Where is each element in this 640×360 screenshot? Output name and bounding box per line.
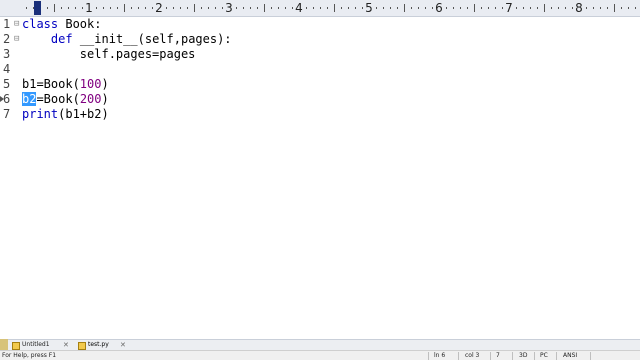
ruler-number: 6 <box>435 1 443 15</box>
document-icon <box>78 342 86 350</box>
code-text: (b1+b2) <box>58 107 109 121</box>
code-line[interactable]: class Book: <box>22 17 101 32</box>
tab-bar-marker <box>0 339 8 350</box>
close-icon[interactable]: ✕ <box>120 340 126 350</box>
column-ruler[interactable]: 1 2 3 4 5 6 7 8 <box>0 0 640 17</box>
status-divider <box>458 352 459 360</box>
ruler-number: 4 <box>295 1 303 15</box>
editor-window: 1 2 3 4 5 6 7 8 1 ⊟ 2 ⊟ 3 4 5 6 7 class … <box>0 0 640 360</box>
keyword: def <box>50 32 73 46</box>
fold-collapse-icon[interactable]: ⊟ <box>14 32 19 47</box>
status-divider <box>534 352 535 360</box>
fold-collapse-icon[interactable]: ⊟ <box>14 17 19 32</box>
status-line-ending: PC <box>540 352 548 359</box>
keyword: class <box>22 17 59 31</box>
ruler-caret-marker <box>34 1 41 15</box>
code-line[interactable]: self.pages=pages <box>22 47 196 62</box>
line-number: 2 <box>3 32 11 46</box>
line-number: 3 <box>3 47 11 61</box>
ruler-ticks <box>26 4 636 12</box>
status-column: col 3 <box>465 352 480 359</box>
code-line[interactable]: print(b1+b2) <box>22 107 109 122</box>
line-number: 4 <box>3 62 11 76</box>
code-text: ) <box>101 92 109 106</box>
keyword: print <box>22 107 59 121</box>
status-divider <box>590 352 591 360</box>
status-divider <box>556 352 557 360</box>
selected-text[interactable]: b2 <box>22 92 37 106</box>
code-editor[interactable]: 1 ⊟ 2 ⊟ 3 4 5 6 7 class Book: def __init… <box>0 17 640 333</box>
ruler-number: 8 <box>575 1 583 15</box>
line-number: 6 <box>3 92 11 106</box>
ruler-number: 1 <box>85 1 93 15</box>
code-text: =Book( <box>36 92 80 106</box>
status-divider <box>428 352 429 360</box>
line-number-gutter[interactable]: 1 ⊟ 2 ⊟ 3 4 5 6 7 <box>0 17 20 333</box>
code-line-current[interactable]: b2=Book(200) <box>22 92 109 107</box>
document-icon <box>12 342 20 350</box>
code-text: b1=Book( <box>22 77 80 91</box>
status-position: 7 <box>496 352 500 359</box>
status-line: ln 6 <box>434 352 446 359</box>
ruler-number: 3 <box>225 1 233 15</box>
code-line[interactable]: b1=Book(100) <box>22 77 109 92</box>
tab-label: test.py <box>88 341 109 348</box>
status-bar: For Help, press F1 ln 6 col 3 7 3D PC AN… <box>0 350 640 360</box>
ruler-number: 2 <box>155 1 163 15</box>
line-number: 7 <box>3 107 11 121</box>
ruler-number: 7 <box>505 1 513 15</box>
ruler-number: 5 <box>365 1 373 15</box>
status-encoding: ANSI <box>563 352 578 359</box>
status-divider <box>512 352 513 360</box>
code-text: __init__(self,pages): <box>72 32 232 46</box>
status-help-text: For Help, press F1 <box>2 352 57 359</box>
number-literal: 100 <box>79 77 102 91</box>
code-text: Book: <box>58 17 102 31</box>
number-literal: 200 <box>79 92 102 106</box>
line-number: 5 <box>3 77 11 91</box>
status-3d-mode: 3D <box>519 352 528 359</box>
close-icon[interactable]: ✕ <box>63 340 69 350</box>
code-text: self.pages=pages <box>22 47 196 61</box>
code-text: ) <box>101 77 109 91</box>
tab-label: Untitled1 <box>22 341 50 348</box>
status-divider <box>490 352 491 360</box>
line-number: 1 <box>3 17 11 31</box>
code-line[interactable]: def __init__(self,pages): <box>22 32 232 47</box>
